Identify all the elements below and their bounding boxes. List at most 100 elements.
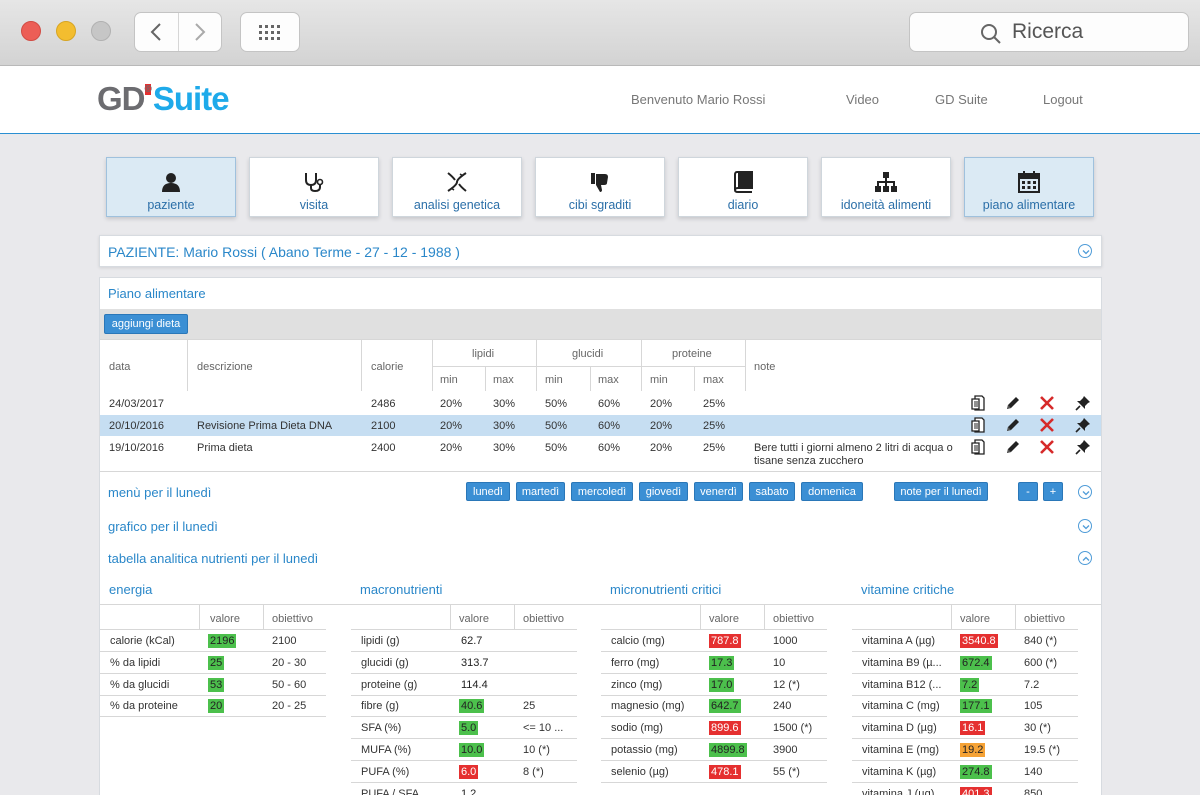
- gd-suite-logo[interactable]: GD®Suite: [97, 80, 230, 118]
- cat-macronutrienti: macronutrienti: [360, 582, 443, 597]
- nutrient-target: 240: [773, 700, 792, 713]
- nutrient-name: magnesio (mg): [611, 700, 685, 713]
- nav-logout-link[interactable]: Logout: [1043, 92, 1083, 107]
- nutrient-target: 140: [1024, 765, 1043, 778]
- tabella-section-title[interactable]: tabella analitica nutrienti per il luned…: [108, 551, 318, 566]
- nutrient-value: 17.0: [709, 677, 735, 692]
- nutrient-target: 55 (*): [773, 765, 800, 778]
- apps-grid-button[interactable]: [240, 12, 300, 52]
- pin-diet-icon[interactable]: [1075, 395, 1091, 416]
- minimize-window-button[interactable]: [56, 21, 76, 41]
- nutrient-name: vitamina B12 (...: [862, 678, 942, 691]
- nutrient-target: 19.5 (*): [1024, 744, 1061, 756]
- nutrient-value: 16.1: [960, 721, 986, 736]
- close-window-button[interactable]: [21, 21, 41, 41]
- day-button-martedi[interactable]: martedì: [516, 482, 565, 501]
- history-nav: [134, 12, 222, 52]
- day-button-giovedi[interactable]: giovedì: [639, 482, 688, 501]
- nutrient-target: 12 (*): [773, 678, 800, 691]
- browser-search-field[interactable]: Ricerca: [909, 12, 1189, 52]
- tab-analisi-genetica[interactable]: analisi genetica: [392, 157, 522, 217]
- day-button-venerdi[interactable]: venerdì: [694, 482, 743, 501]
- remove-button[interactable]: -: [1018, 482, 1038, 501]
- day-button-sabato[interactable]: sabato: [749, 482, 795, 501]
- tab-visita[interactable]: visita: [249, 157, 379, 217]
- nutrient-name: vitamina C (mg): [862, 700, 940, 713]
- add-button[interactable]: +: [1043, 482, 1063, 501]
- welcome-text: Benvenuto Mario Rossi: [631, 92, 766, 107]
- pin-diet-icon[interactable]: [1075, 417, 1091, 438]
- col-valore: valore: [709, 613, 739, 625]
- tabella-collapse-button[interactable]: [1078, 551, 1092, 565]
- cat-micronutrienti: micronutrienti critici: [610, 582, 722, 597]
- back-button[interactable]: [135, 13, 178, 51]
- copy-diet-icon[interactable]: [971, 439, 985, 460]
- panel-title: Piano alimentare: [108, 286, 206, 301]
- col-proteine-min: min: [650, 374, 668, 386]
- day-button-mercoledi[interactable]: mercoledì: [571, 482, 633, 501]
- nutrient-target: 840 (*): [1024, 635, 1058, 647]
- col-descrizione: descrizione: [197, 361, 253, 373]
- piano-alimentare-panel: Piano alimentare aggiungi dieta data des…: [99, 277, 1102, 795]
- nutrient-value: 4899.8: [709, 743, 747, 757]
- col-lipidi-min: min: [440, 374, 458, 386]
- col-glucidi: glucidi: [572, 348, 604, 360]
- copy-diet-icon[interactable]: [971, 417, 985, 438]
- tab-idoneita-alimenti[interactable]: idoneità alimenti: [821, 157, 951, 217]
- patient-expand-button[interactable]: [1078, 244, 1092, 258]
- nutrient-target: 10 (*): [523, 744, 550, 756]
- nutrient-name: calorie (kCal): [110, 635, 175, 647]
- grafico-expand-button[interactable]: [1078, 519, 1092, 533]
- nutrient-target: 50 - 60: [272, 678, 307, 691]
- edit-diet-icon[interactable]: [1005, 439, 1021, 460]
- nutrient-name: MUFA (%): [361, 744, 412, 756]
- delete-diet-icon[interactable]: [1039, 395, 1055, 416]
- menu-expand-button[interactable]: [1078, 485, 1092, 499]
- tab-diario[interactable]: diario: [678, 157, 808, 217]
- calendar-icon: [1018, 171, 1040, 193]
- grafico-section-title[interactable]: grafico per il lunedì: [108, 519, 218, 534]
- menu-section-title[interactable]: menù per il lunedì: [108, 485, 211, 500]
- col-valore: valore: [960, 613, 990, 625]
- zoom-window-button[interactable]: [91, 21, 111, 41]
- nav-video-link[interactable]: Video: [846, 92, 879, 107]
- pin-diet-icon[interactable]: [1075, 439, 1091, 460]
- nutrient-name: fibre (g): [361, 700, 399, 713]
- nutrient-value: 25: [208, 655, 225, 670]
- edit-diet-icon[interactable]: [1005, 395, 1021, 416]
- nutrient-name: zinco (mg): [611, 678, 663, 691]
- nutrient-value: 62.7: [461, 635, 483, 647]
- nutrient-name: selenio (µg): [611, 765, 669, 778]
- add-diet-button[interactable]: aggiungi dieta: [104, 314, 188, 334]
- chevron-down-icon: [1082, 250, 1090, 255]
- stethoscope-icon: [305, 173, 324, 193]
- day-notes-button[interactable]: note per il lunedì: [894, 482, 988, 501]
- copy-diet-icon[interactable]: [971, 395, 985, 416]
- nutrient-target: 10: [773, 656, 786, 669]
- nutrient-target: 1500 (*): [773, 722, 813, 735]
- nutrient-value: 3540.8: [960, 634, 998, 648]
- nutrient-name: % da lipidi: [110, 656, 161, 669]
- day-button-lunedi[interactable]: lunedì: [466, 482, 510, 501]
- nutrient-target: 20 - 30: [272, 656, 307, 669]
- nutrient-value: 114.4: [461, 678, 488, 691]
- nutrient-value: 787.8: [709, 634, 741, 648]
- delete-diet-icon[interactable]: [1039, 417, 1055, 438]
- nutrient-value: 6.0: [459, 764, 479, 779]
- col-proteine: proteine: [672, 348, 712, 360]
- patient-bar: PAZIENTE: Mario Rossi ( Abano Terme - 27…: [99, 235, 1102, 267]
- tab-paziente[interactable]: paziente: [106, 157, 236, 217]
- edit-diet-icon[interactable]: [1005, 417, 1021, 438]
- nutrient-value: 40.6: [459, 699, 485, 714]
- day-button-domenica[interactable]: domenica: [801, 482, 863, 501]
- tab-piano-alimentare[interactable]: piano alimentare: [964, 157, 1094, 217]
- col-lipidi-max: max: [493, 374, 514, 386]
- chevron-right-icon: [195, 23, 206, 41]
- nav-gdsuite-link[interactable]: GD Suite: [935, 92, 988, 107]
- nutrient-target: 600 (*): [1024, 656, 1058, 669]
- forward-button[interactable]: [177, 13, 222, 51]
- user-icon: [162, 173, 180, 192]
- nutrient-name: PUFA / SFA: [361, 787, 420, 795]
- tab-cibi-sgraditi[interactable]: cibi sgraditi: [535, 157, 665, 217]
- delete-diet-icon[interactable]: [1039, 439, 1055, 460]
